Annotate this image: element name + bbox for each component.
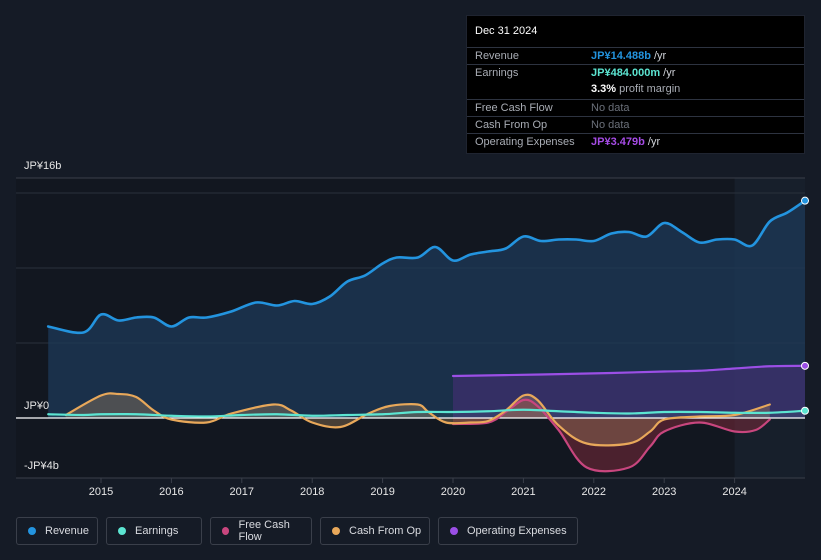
tooltip-value: No data <box>591 101 630 114</box>
legend-item-operating-expenses[interactable]: Operating Expenses <box>438 517 578 545</box>
tooltip-label: Earnings <box>475 67 519 80</box>
tooltip-label: Operating Expenses <box>475 136 575 148</box>
y-tick-label-zero: JP¥0 <box>24 400 50 412</box>
tooltip-label: Free Cash Flow <box>475 101 553 114</box>
tooltip-row: 3.3% profit margin <box>467 81 804 98</box>
tooltip-value: JP¥14.488b /yr <box>591 50 667 62</box>
tooltip-label: Revenue <box>475 50 520 62</box>
legend-dot-icon <box>222 527 230 535</box>
tooltip-value: No data <box>591 118 630 131</box>
legend-item-cash-from-op[interactable]: Cash From Op <box>320 517 430 545</box>
tooltip-row: Free Cash Flow No data <box>467 98 804 117</box>
earnings-end-marker <box>801 406 809 415</box>
tooltip-value: JP¥3.479b /yr <box>591 136 661 148</box>
tooltip-row: Earnings JP¥484.000m /yr <box>467 64 804 82</box>
legend-dot-icon <box>118 527 126 535</box>
operating-expenses-end-marker <box>801 361 809 370</box>
y-tick-label-top: JP¥16b <box>24 160 62 172</box>
tooltip-row: Revenue JP¥14.488b /yr <box>467 47 804 65</box>
legend-item-free-cash-flow[interactable]: Free Cash Flow <box>210 517 312 545</box>
legend-label: Earnings <box>135 525 179 537</box>
legend-dot-icon <box>28 527 36 535</box>
x-tick-label: 2018 <box>300 486 324 498</box>
x-tick-label: 2024 <box>722 486 746 498</box>
legend-item-revenue[interactable]: Revenue <box>16 517 98 545</box>
x-axis: 2015 2016 2017 2018 2019 2020 2021 2022 2023 2024 <box>89 478 747 498</box>
tooltip-value: 3.3% profit margin <box>591 83 681 96</box>
legend-label: Operating Expenses <box>467 525 567 537</box>
legend-label: Free Cash Flow <box>238 519 290 543</box>
tooltip-panel: Dec 31 2024 Revenue JP¥14.488b /yr Earning… <box>466 15 805 154</box>
y-tick-label-bottom: -JP¥4b <box>24 460 59 472</box>
legend-item-earnings[interactable]: Earnings <box>106 517 202 545</box>
legend-label: Cash From Op <box>349 525 422 537</box>
tooltip-row: Cash From Op No data <box>467 115 804 134</box>
x-tick-label: 2015 <box>89 486 113 498</box>
x-tick-label: 2017 <box>230 486 254 498</box>
legend-dot-icon <box>450 527 458 535</box>
legend-dot-icon <box>332 527 340 535</box>
revenue-end-marker <box>801 196 809 205</box>
x-tick-label: 2023 <box>652 486 676 498</box>
tooltip-date: Dec 31 2024 <box>475 25 538 37</box>
tooltip-label: Cash From Op <box>475 118 548 131</box>
legend-label: Revenue <box>45 525 90 537</box>
x-tick-label: 2022 <box>582 486 606 498</box>
x-tick-label: 2016 <box>159 486 183 498</box>
tooltip-value: JP¥484.000m /yr <box>591 67 676 80</box>
tooltip-row: Operating Expenses JP¥3.479b /yr <box>467 133 804 151</box>
x-tick-label: 2021 <box>511 486 535 498</box>
x-tick-label: 2020 <box>441 486 465 498</box>
x-tick-label: 2019 <box>370 486 394 498</box>
